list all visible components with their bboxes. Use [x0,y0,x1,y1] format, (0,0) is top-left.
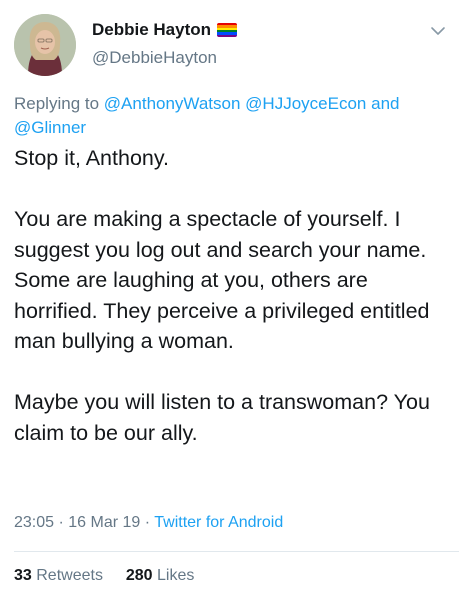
likes-label: Likes [157,567,195,584]
avatar-photo [14,14,76,76]
tweet-source[interactable]: Twitter for Android [154,514,283,531]
author-name-row[interactable]: Debbie Hayton [92,20,238,40]
tweet-date[interactable]: 16 Mar 19 [68,514,140,531]
retweets-count: 33 [14,567,32,584]
divider [14,551,459,552]
meta-separator: · [58,514,64,531]
replying-conjunction[interactable]: and [371,94,399,113]
tweet-stats: 33 Retweets 280 Likes [14,567,194,585]
chevron-down-icon[interactable] [429,22,447,40]
mention-link[interactable]: @Glinner [14,118,86,137]
mention-link[interactable]: @HJJoyceEcon [245,94,366,113]
tweet-text: Stop it, Anthony. You are making a spect… [14,146,430,445]
mention-link[interactable]: @AnthonyWatson [104,94,241,113]
retweets-stat[interactable]: 33 Retweets [14,567,103,584]
likes-count: 280 [125,567,153,584]
replying-to: Replying to @AnthonyWatson @HJJoyceEcon … [14,92,434,140]
display-name[interactable]: Debbie Hayton [92,20,211,40]
retweets-label: Retweets [36,567,103,584]
replying-prefix: Replying to [14,94,100,113]
avatar[interactable] [14,14,76,76]
tweet: Debbie Hayton @DebbieHayton Replying to … [0,0,459,600]
rainbow-flag-icon [217,23,238,37]
meta-separator: · [144,514,151,531]
author-handle[interactable]: @DebbieHayton [92,48,217,68]
tweet-meta: 23:05 · 16 Mar 19 · Twitter for Android [14,514,283,532]
tweet-time[interactable]: 23:05 [14,514,54,531]
likes-stat[interactable]: 280 Likes [126,567,195,584]
